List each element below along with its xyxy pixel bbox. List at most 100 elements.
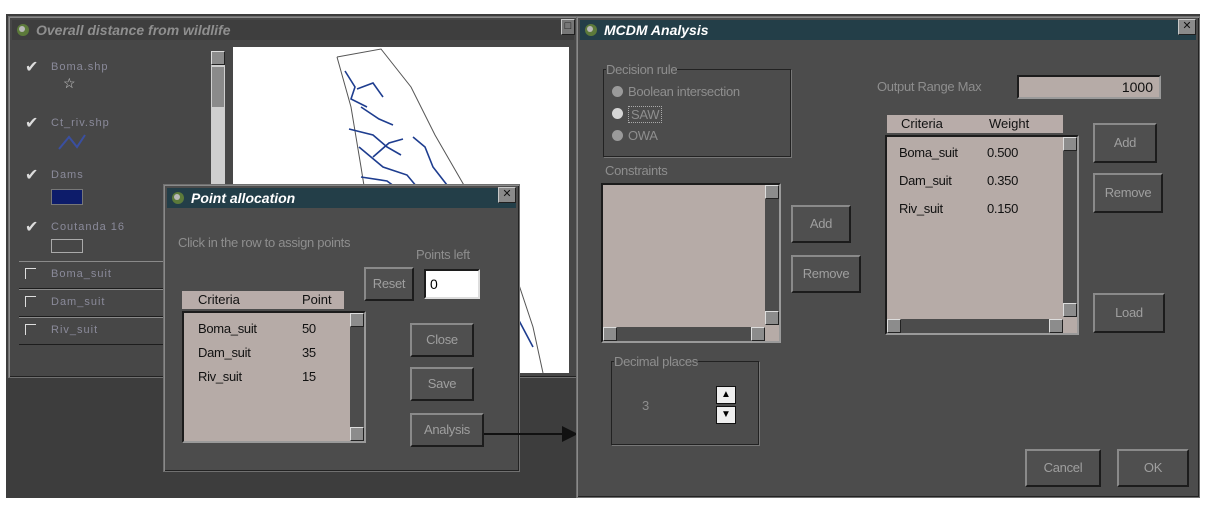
legend-scrollbar[interactable] xyxy=(211,51,225,201)
globe-icon xyxy=(585,24,597,36)
column-header: Criteria xyxy=(198,292,240,307)
close-icon[interactable]: ✕ xyxy=(1178,19,1196,35)
scroll-down-arrow-icon[interactable] xyxy=(1063,303,1077,317)
points-table-scrollbar[interactable] xyxy=(350,313,364,441)
radio-boolean-intersection[interactable]: Boolean intersection xyxy=(612,84,782,100)
layer-checkbox-ct-riv[interactable]: ✔ xyxy=(25,113,38,133)
scroll-right-arrow-icon[interactable] xyxy=(751,327,765,341)
points-left-field[interactable]: 0 xyxy=(424,269,480,299)
layer-name: Riv_suit xyxy=(51,324,99,336)
table-row[interactable]: Dam_suit 0.350 xyxy=(887,173,1057,193)
layer-name: Dams xyxy=(51,169,84,181)
close-icon[interactable]: ✕ xyxy=(498,187,516,203)
weights-table-header: Criteria Weight xyxy=(887,115,1063,133)
radio-owa[interactable]: OWA xyxy=(612,128,782,144)
scroll-thumb[interactable] xyxy=(212,67,224,107)
scroll-down-arrow-icon[interactable] xyxy=(350,427,364,441)
weight-cell: 0.150 xyxy=(987,201,1019,216)
scroll-right-arrow-icon[interactable] xyxy=(1049,319,1063,333)
weights-hscroll[interactable] xyxy=(887,319,1063,333)
layer-checkbox-coutanda[interactable]: ✔ xyxy=(25,217,38,237)
decision-rule-group: Decision rule Boolean intersection SAW O… xyxy=(603,62,791,157)
table-row[interactable]: Riv_suit 0.150 xyxy=(887,201,1057,221)
decision-rule-label: Decision rule xyxy=(606,62,678,77)
criteria-cell: Riv_suit xyxy=(899,201,943,216)
decimal-spinner-down[interactable]: ▼ xyxy=(716,406,736,424)
constraints-remove-button[interactable]: Remove xyxy=(791,255,861,293)
decimal-places-value: 3 xyxy=(642,398,649,413)
cancel-button[interactable]: Cancel xyxy=(1025,449,1101,487)
decimal-spinner-up[interactable]: ▲ xyxy=(716,386,736,404)
close-button[interactable]: Close xyxy=(410,323,474,357)
weight-cell: 0.350 xyxy=(987,173,1019,188)
criteria-cell: Dam_suit xyxy=(899,173,952,188)
table-row[interactable]: Boma_suit 50 xyxy=(184,321,344,341)
criteria-cell: Riv_suit xyxy=(198,369,242,384)
layer-name: Boma.shp xyxy=(51,61,109,73)
layer-name: Ct_riv.shp xyxy=(51,117,110,129)
layer-checkbox-dams[interactable]: ✔ xyxy=(25,165,38,185)
layers-window-title: Overall distance from wildlife xyxy=(36,22,231,38)
reset-button[interactable]: Reset xyxy=(364,267,414,301)
scroll-down-arrow-icon[interactable] xyxy=(765,311,779,325)
ok-button[interactable]: OK xyxy=(1117,449,1189,487)
radio-button[interactable] xyxy=(612,130,623,141)
weights-add-button[interactable]: Add xyxy=(1093,123,1157,163)
criteria-cell: Dam_suit xyxy=(198,345,251,360)
analysis-button[interactable]: Analysis xyxy=(410,413,484,447)
scroll-up-arrow-icon[interactable] xyxy=(211,51,225,65)
constraints-list[interactable] xyxy=(601,183,781,343)
save-button[interactable]: Save xyxy=(410,367,474,401)
radio-label: Boolean intersection xyxy=(628,84,740,99)
point-cell: 35 xyxy=(302,345,316,360)
constraints-vscroll[interactable] xyxy=(765,185,779,325)
scroll-left-arrow-icon[interactable] xyxy=(887,319,901,333)
radio-label: OWA xyxy=(628,128,658,143)
weight-cell: 0.500 xyxy=(987,145,1019,160)
checkbox[interactable] xyxy=(25,268,36,279)
scroll-up-arrow-icon[interactable] xyxy=(1063,137,1077,151)
checkbox[interactable] xyxy=(25,324,36,335)
constraints-label: Constraints xyxy=(605,163,668,178)
radio-button-selected[interactable] xyxy=(612,108,623,119)
point-allocation-titlebar: Point allocation xyxy=(167,188,516,208)
output-range-label: Output Range Max xyxy=(877,79,982,94)
instruction-text: Click in the row to assign points xyxy=(178,235,351,250)
scroll-up-arrow-icon[interactable] xyxy=(350,313,364,327)
layer-checkbox-boma-shp[interactable]: ✔ xyxy=(25,57,38,77)
checkbox[interactable] xyxy=(25,296,36,307)
table-row[interactable]: Riv_suit 15 xyxy=(184,369,344,389)
mcdm-analysis-dialog: MCDM Analysis ✕ Decision rule Boolean in… xyxy=(576,16,1200,498)
scroll-up-arrow-icon[interactable] xyxy=(765,185,779,199)
layers-window-maximize-button[interactable]: □ xyxy=(561,19,575,35)
table-row[interactable]: Boma_suit 0.500 xyxy=(887,145,1057,165)
empty-polygon-swatch xyxy=(51,239,83,253)
points-table-header: Criteria Point xyxy=(182,291,344,309)
output-range-field[interactable]: 1000 xyxy=(1017,75,1161,99)
criteria-cell: Boma_suit xyxy=(198,321,257,336)
mcdm-titlebar: MCDM Analysis xyxy=(580,20,1196,40)
globe-icon xyxy=(172,192,184,204)
layer-name: Boma_suit xyxy=(51,268,112,280)
criteria-cell: Boma_suit xyxy=(899,145,958,160)
layer-name: Coutanda 16 xyxy=(51,221,125,233)
column-header: Weight xyxy=(989,116,1030,131)
decimal-places-group: Decimal places 3 ▲ ▼ xyxy=(611,354,759,445)
weights-table[interactable]: Boma_suit 0.500 Dam_suit 0.350 Riv_suit … xyxy=(885,135,1079,335)
globe-icon xyxy=(17,24,29,36)
weights-vscroll[interactable] xyxy=(1063,137,1077,317)
constraints-add-button[interactable]: Add xyxy=(791,205,851,243)
point-allocation-dialog: Point allocation ✕ Click in the row to a… xyxy=(163,184,520,472)
constraints-hscroll[interactable] xyxy=(603,327,765,341)
table-row[interactable]: Dam_suit 35 xyxy=(184,345,344,365)
flow-arrow xyxy=(484,426,578,442)
weights-remove-button[interactable]: Remove xyxy=(1093,173,1163,213)
radio-saw[interactable]: SAW xyxy=(612,106,782,123)
scroll-left-arrow-icon[interactable] xyxy=(603,327,617,341)
mcdm-title: MCDM Analysis xyxy=(604,22,709,38)
radio-button[interactable] xyxy=(612,86,623,97)
points-table[interactable]: Boma_suit 50 Dam_suit 35 Riv_suit 15 xyxy=(182,311,366,443)
layer-name: Dam_suit xyxy=(51,296,106,308)
points-left-label: Points left xyxy=(416,247,470,262)
load-button[interactable]: Load xyxy=(1093,293,1165,333)
